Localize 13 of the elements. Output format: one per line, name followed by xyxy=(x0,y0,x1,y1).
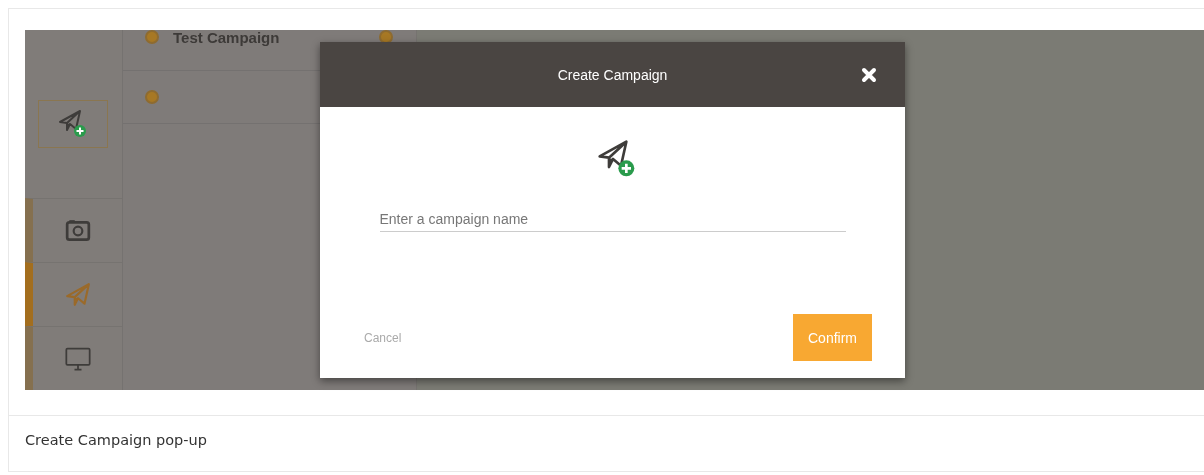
paper-plane-icon xyxy=(64,281,91,308)
caption: Create Campaign pop-up xyxy=(25,432,208,448)
paper-plane-plus-icon xyxy=(58,109,88,139)
confirm-button[interactable]: Confirm xyxy=(793,314,872,361)
cancel-button[interactable]: Cancel xyxy=(364,328,402,347)
camera-icon xyxy=(64,217,91,244)
coin-icon xyxy=(145,90,159,104)
new-campaign-button[interactable] xyxy=(38,100,108,148)
paper-plane-plus-icon xyxy=(596,139,637,179)
close-icon[interactable] xyxy=(861,67,877,83)
campaign-name[interactable]: Test Campaign xyxy=(173,30,280,46)
coin-icon xyxy=(145,30,159,44)
dialog-title: Create Campaign xyxy=(557,66,668,83)
